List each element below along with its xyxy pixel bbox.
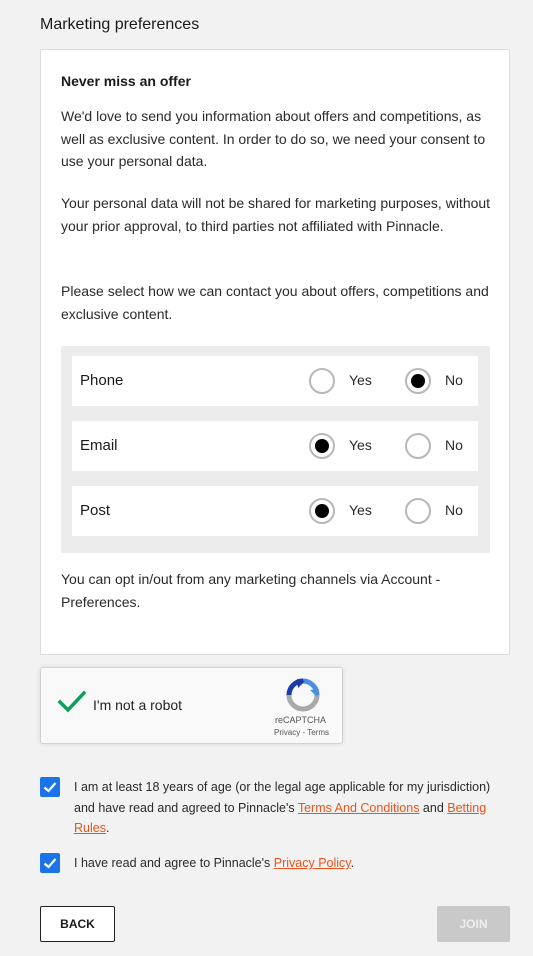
email-yes-label[interactable]: Yes [349, 437, 372, 453]
email-no-label[interactable]: No [445, 437, 463, 453]
terms-and-conditions-link[interactable]: Terms And Conditions [298, 801, 420, 815]
checkmark-icon[interactable] [57, 690, 87, 719]
recaptcha-label: I'm not a robot [93, 697, 183, 713]
card-heading: Never miss an offer [61, 73, 191, 89]
post-no-radio[interactable] [405, 498, 431, 524]
phone-yes-label[interactable]: Yes [349, 372, 372, 388]
email-yes-radio[interactable] [309, 433, 335, 459]
recaptcha-privacy-link[interactable]: Privacy [274, 728, 300, 737]
preference-label-post: Post [80, 502, 111, 519]
section-title: Marketing preferences [40, 16, 200, 33]
data-sharing-paragraph: Your personal data will not be shared fo… [61, 195, 491, 234]
recaptcha-brand: reCAPTCHA [275, 715, 327, 725]
contact-instructions-paragraph: Please select how we can contact you abo… [61, 283, 489, 322]
checkbox-check-icon [43, 782, 57, 793]
privacy-consent-checkbox[interactable] [40, 853, 60, 873]
join-button[interactable]: JOIN [437, 906, 510, 942]
email-no-radio[interactable] [405, 433, 431, 459]
preference-row-email: Email Yes No [72, 421, 478, 471]
privacy-consent-end: . [350, 856, 355, 870]
age-consent-and: and [419, 800, 448, 815]
phone-no-radio[interactable] [405, 368, 431, 394]
phone-no-label[interactable]: No [445, 372, 463, 388]
preference-row-phone: Phone Yes No [72, 356, 478, 406]
contact-preferences-panel: Phone Yes No Email Yes No Post Yes No [61, 346, 490, 553]
preference-label-phone: Phone [80, 372, 124, 389]
age-consent-end: . [105, 821, 110, 835]
recaptcha-widget: I'm not a robot reCAPTCHA Privacy - Term… [40, 667, 343, 744]
age-consent-checkbox[interactable] [40, 777, 60, 797]
back-button[interactable]: BACK [40, 906, 115, 942]
opt-out-note: You can opt in/out from any marketing ch… [61, 571, 441, 610]
intro-paragraph: We'd love to send you information about … [61, 108, 486, 169]
recaptcha-logo-icon [286, 678, 320, 717]
privacy-consent-text-start: I have read and agree to Pinnacle's [74, 856, 274, 870]
age-consent-text: I am at least 18 years of age (or the le… [74, 777, 514, 839]
recaptcha-links: Privacy - Terms [274, 728, 329, 737]
post-no-label[interactable]: No [445, 502, 463, 518]
post-yes-radio[interactable] [309, 498, 335, 524]
privacy-consent-text: I have read and agree to Pinnacle's Priv… [74, 853, 514, 874]
recaptcha-terms-link[interactable]: Terms [307, 728, 329, 737]
post-yes-label[interactable]: Yes [349, 502, 372, 518]
preference-row-post: Post Yes No [72, 486, 478, 536]
preference-label-email: Email [80, 437, 118, 454]
privacy-policy-link[interactable]: Privacy Policy [274, 856, 351, 870]
marketing-preferences-card: Never miss an offer We'd love to send yo… [40, 49, 510, 655]
checkbox-check-icon [43, 858, 57, 869]
phone-yes-radio[interactable] [309, 368, 335, 394]
